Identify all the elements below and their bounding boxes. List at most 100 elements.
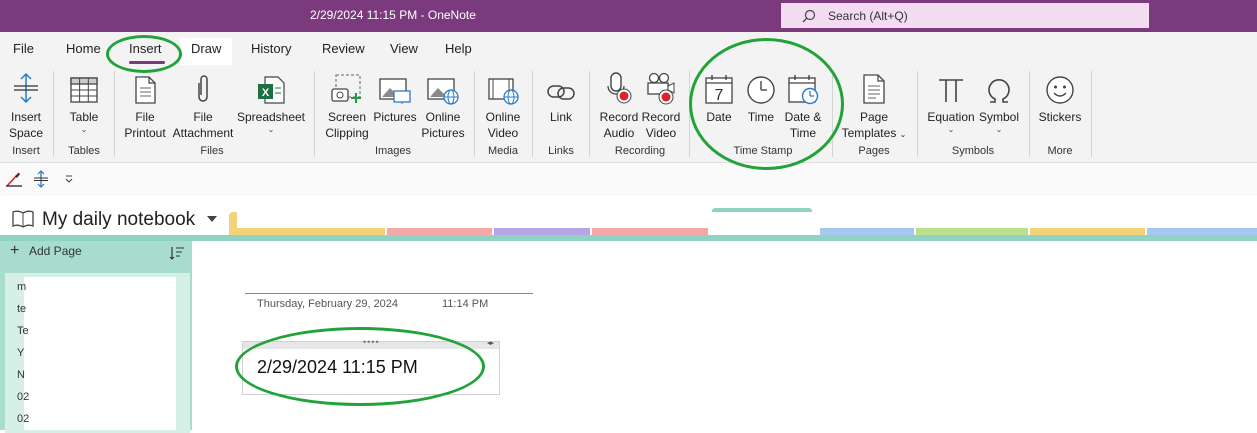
group-separator [532, 71, 533, 157]
chevron-down-icon: ⌄ [899, 130, 907, 139]
table-button[interactable]: Table ⌄ [60, 65, 108, 135]
highlight-ellipse-note [235, 327, 485, 406]
group-recording-label: Recording [614, 145, 666, 157]
section-tab[interactable] [229, 212, 237, 236]
group-separator [474, 71, 475, 157]
list-item[interactable]: Y [17, 347, 24, 359]
highlight-ellipse-insert-tab [106, 35, 182, 73]
list-item[interactable]: 02 [17, 391, 29, 403]
file-printout-label: File Printout [124, 110, 166, 140]
tab-home[interactable]: Home [66, 41, 101, 56]
insert-space-icon[interactable] [33, 170, 49, 188]
title-underline [245, 293, 533, 294]
insert-space-button[interactable]: Insert Space [4, 65, 48, 141]
group-separator [53, 71, 54, 157]
table-icon [70, 77, 98, 103]
list-item[interactable]: m [17, 281, 26, 293]
microphone-icon [607, 72, 632, 104]
customize-toolbar-icon[interactable] [64, 174, 74, 184]
list-item[interactable]: 02 [17, 413, 29, 425]
tab-draw[interactable]: Draw [180, 38, 233, 65]
link-icon [547, 85, 575, 100]
record-video-button[interactable]: Record Video [639, 65, 683, 141]
pictures-button[interactable]: Pictures [372, 65, 418, 125]
table-label: Table [69, 110, 99, 124]
title-bar: 2/29/2024 11:15 PM - OneNote Search (Alt… [0, 0, 1257, 32]
page-templates-button[interactable]: Page Templates ⌄ [838, 65, 910, 143]
group-separator [314, 71, 315, 157]
list-item[interactable]: te [17, 303, 26, 315]
chevron-down-icon: ⌄ [267, 125, 275, 134]
spreadsheet-label: Spreadsheet [236, 110, 306, 124]
search-icon [802, 9, 816, 22]
search-box[interactable]: Search (Alt+Q) [781, 3, 1149, 28]
screen-clipping-icon [331, 74, 361, 103]
insert-space-label: Insert Space [8, 110, 44, 140]
chevron-down-icon[interactable] [207, 216, 217, 222]
group-separator [917, 71, 918, 157]
eraser-pen-icon[interactable] [5, 170, 23, 188]
list-item[interactable]: N [17, 369, 25, 381]
pi-icon [939, 79, 963, 102]
tab-review[interactable]: Review [322, 41, 365, 56]
stickers-label: Stickers [1038, 110, 1082, 124]
notebook-name[interactable]: My daily notebook [42, 209, 195, 231]
group-separator [1091, 71, 1092, 157]
group-separator [114, 71, 115, 157]
group-media-label: Media [488, 145, 518, 157]
file-attachment-button[interactable]: File Attachment [170, 65, 236, 141]
link-button[interactable]: Link [540, 65, 582, 125]
pictures-label: Pictures [373, 110, 417, 124]
screen-clipping-button[interactable]: Screen Clipping [320, 65, 374, 141]
group-separator [1029, 71, 1030, 157]
tab-view[interactable]: View [390, 41, 418, 56]
tab-help[interactable]: Help [445, 41, 472, 56]
page-time: 11:14 PM [442, 298, 489, 310]
paperclip-icon [198, 75, 208, 102]
stickers-button[interactable]: Stickers [1036, 65, 1084, 125]
group-symbols-label: Symbols [951, 145, 995, 157]
video-camera-icon [647, 72, 675, 105]
equation-label: Equation [927, 110, 975, 124]
screen-clipping-label: Screen Clipping [325, 110, 369, 140]
online-video-button[interactable]: Online Video [480, 65, 526, 141]
window-title: 2/29/2024 11:15 PM - OneNote [310, 8, 476, 22]
resize-handle-icon[interactable]: ◂▸ [487, 339, 494, 347]
link-label: Link [549, 110, 572, 124]
omega-icon [988, 79, 1010, 103]
symbol-button[interactable]: Symbol ⌄ [976, 65, 1022, 135]
group-images-label: Images [374, 145, 412, 157]
quick-access-toolbar [0, 162, 1257, 196]
page-date: Thursday, February 29, 2024 [257, 298, 399, 310]
symbol-label: Symbol [978, 110, 1019, 124]
group-insert-label: Insert [12, 145, 40, 157]
tab-file[interactable]: File [13, 41, 34, 56]
group-separator [589, 71, 590, 157]
tab-history[interactable]: History [251, 41, 291, 56]
page-templates-icon [863, 74, 885, 104]
list-item[interactable]: Te [17, 325, 29, 337]
record-audio-label: Record Audio [599, 110, 639, 140]
online-pictures-icon [427, 78, 459, 105]
equation-button[interactable]: Equation ⌄ [924, 65, 978, 135]
record-audio-button[interactable]: Record Audio [597, 65, 641, 141]
spreadsheet-button[interactable]: X Spreadsheet ⌄ [236, 65, 306, 135]
ribbon-tabs: File Home Insert Draw History Review Vie… [0, 32, 1257, 65]
search-placeholder: Search (Alt+Q) [828, 8, 908, 23]
notebook-icon [12, 210, 34, 228]
online-pictures-button[interactable]: Online Pictures [420, 65, 466, 141]
add-page-button[interactable]: + Add Page [0, 241, 192, 263]
online-video-icon [488, 78, 519, 105]
file-printout-button[interactable]: File Printout [118, 65, 172, 141]
chevron-down-icon: ⌄ [995, 125, 1003, 134]
group-pages-label: Pages [858, 145, 890, 157]
record-video-label: Record Video [641, 110, 681, 140]
file-attachment-label: File Attachment [172, 110, 234, 140]
add-page-label: Add Page [29, 244, 82, 258]
insert-space-icon [14, 72, 38, 104]
sort-icon[interactable] [169, 245, 185, 261]
group-more-label: More [1047, 145, 1073, 157]
online-pictures-label: Online Pictures [421, 110, 465, 140]
highlight-ellipse-time-stamp [689, 38, 844, 170]
section-tab-active[interactable] [712, 208, 812, 212]
